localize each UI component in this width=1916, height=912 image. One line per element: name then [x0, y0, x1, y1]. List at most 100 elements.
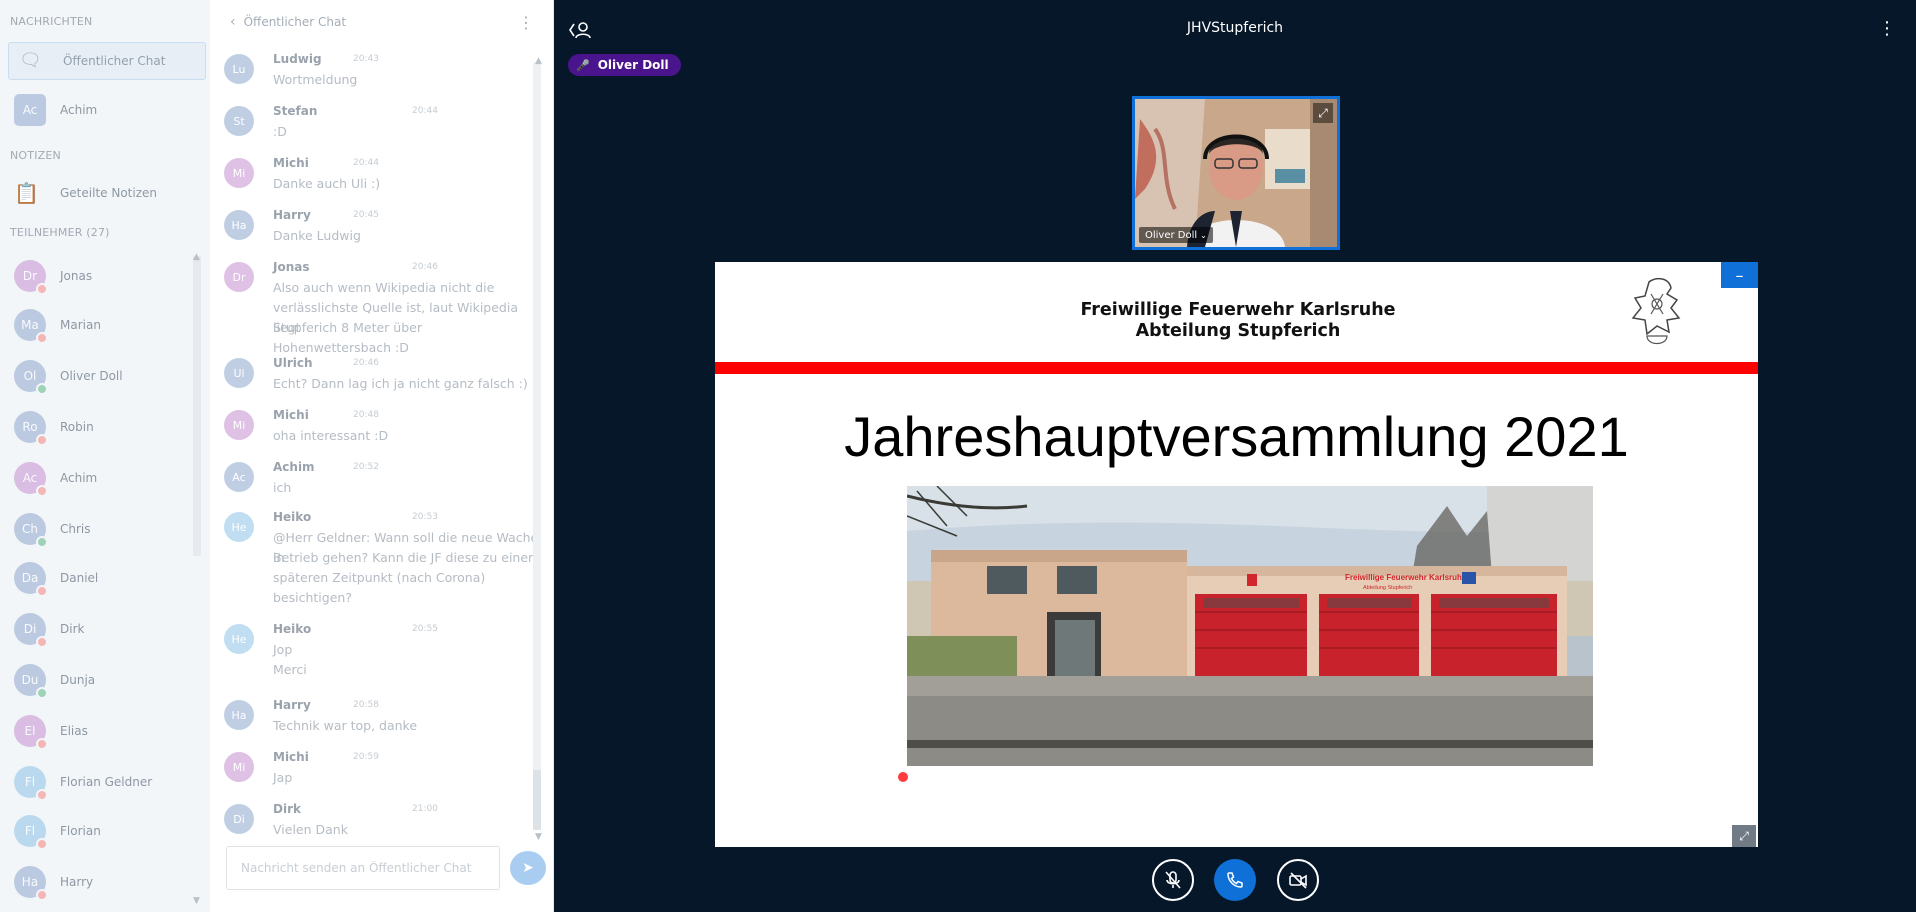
chat-scrollbar-thumb[interactable]	[533, 770, 541, 830]
talking-indicator[interactable]: 🎤 Oliver Doll	[568, 54, 681, 76]
chat-header: ‹ Öffentlicher Chat ⋮	[210, 0, 553, 44]
chat-message: Mi Michi 20:59 Jap	[224, 750, 534, 792]
slide-red-bar	[715, 362, 1758, 374]
public-chat-label: Öffentlicher Chat	[63, 54, 166, 68]
webcam-name-label[interactable]: Oliver Doll ⌄	[1139, 227, 1213, 243]
participant-name: Daniel	[60, 571, 99, 585]
message-text: oha interessant :D	[273, 428, 389, 443]
chat-scroll-up-icon[interactable]: ▲	[535, 56, 542, 66]
send-message-button[interactable]: ➤	[510, 851, 546, 885]
message-time: 21:00	[412, 804, 438, 814]
message-text: ich	[273, 480, 292, 495]
participant-row[interactable]: Di Dirk	[14, 609, 194, 649]
participant-name: Florian	[60, 824, 101, 838]
users-panel: NACHRICHTEN 🗨 Öffentlicher Chat Ac Achim…	[0, 0, 210, 912]
participant-row[interactable]: Fl Florian Geldner	[14, 762, 194, 802]
avatar: Di	[224, 804, 254, 834]
participant-row[interactable]: Ch Chris	[14, 509, 194, 549]
coat-of-arms-logo	[1631, 277, 1681, 345]
message-sender: Michi	[273, 156, 309, 170]
message-sender: Dirk	[273, 802, 301, 816]
message-sender: Heiko	[273, 510, 312, 524]
mute-button[interactable]	[1152, 859, 1194, 901]
shared-notes-entry[interactable]: 📋 Geteilte Notizen	[8, 175, 206, 211]
notes-heading: NOTIZEN	[10, 149, 61, 162]
meeting-title: JHVStupferich	[1186, 20, 1284, 36]
scroll-down-icon[interactable]: ▼	[193, 896, 200, 906]
participant-row[interactable]: Ro Robin	[14, 407, 194, 447]
muted-microphone-icon	[36, 485, 48, 497]
chat-message-input[interactable]	[226, 846, 500, 890]
webcam-tile[interactable]: Oliver Doll ⌄ ⤢	[1132, 96, 1340, 250]
chat-message: Dr Jonas 20:46 Also auch wenn Wikipedia nic…	[224, 260, 534, 355]
muted-microphone-icon	[36, 434, 48, 446]
phone-icon	[1227, 872, 1243, 888]
microphone-icon	[36, 383, 48, 395]
public-chat-entry[interactable]: 🗨 Öffentlicher Chat	[8, 42, 206, 80]
avatar: Dr	[224, 262, 254, 292]
video-off-icon	[1289, 872, 1307, 889]
message-sender: Heiko	[273, 622, 312, 636]
avatar: Mi	[224, 410, 254, 440]
private-chat-achim[interactable]: Ac Achim	[8, 92, 206, 128]
message-time: 20:48	[353, 410, 379, 420]
participant-row[interactable]: El Elias	[14, 711, 194, 751]
message-text: Betrieb gehen? Kann die JF diese zu eine…	[273, 550, 541, 565]
chat-title[interactable]: Öffentlicher Chat	[244, 15, 346, 29]
message-text: Wortmeldung	[273, 72, 358, 87]
avatar: Ul	[224, 358, 254, 388]
scroll-up-icon[interactable]: ▲	[193, 252, 200, 262]
message-sender: Michi	[273, 750, 309, 764]
avatar: Mi	[224, 752, 254, 782]
message-time: 20:45	[353, 210, 379, 220]
message-sender: Ludwig	[273, 52, 322, 66]
chat-scrollbar[interactable]	[533, 62, 541, 830]
participant-row[interactable]: Fl Florian	[14, 811, 194, 851]
talking-user-name: Oliver Doll	[597, 58, 669, 72]
muted-microphone-icon	[36, 332, 48, 344]
chat-scroll-down-icon[interactable]: ▼	[535, 832, 542, 842]
participant-row[interactable]: Du Dunja	[14, 660, 194, 700]
participant-row[interactable]: Ac Achim	[14, 458, 194, 498]
avatar: Ac	[224, 462, 254, 492]
message-time: 20:46	[353, 358, 379, 368]
message-text: Danke Ludwig	[273, 228, 361, 243]
share-webcam-button[interactable]	[1277, 859, 1319, 901]
avatar: Ac	[14, 94, 46, 126]
send-icon: ➤	[522, 860, 534, 876]
chat-message: He Heiko 20:55 Jop Merci	[224, 622, 534, 684]
muted-microphone-icon	[36, 636, 48, 648]
participant-row[interactable]: Ol Oliver Doll	[14, 356, 194, 396]
avatar: Ha	[224, 210, 254, 240]
chat-message: St Stefan 20:44:D	[224, 104, 534, 146]
leave-audio-button[interactable]	[1214, 859, 1256, 901]
avatar: Mi	[224, 158, 254, 188]
webcam-video	[1135, 99, 1337, 247]
participant-row[interactable]: Da Daniel	[14, 558, 194, 598]
chat-message: Mi Michi 20:44 Danke auch Uli :)	[224, 156, 534, 198]
private-chat-name: Achim	[60, 103, 98, 117]
chat-options-kebab-icon[interactable]: ⋮	[518, 13, 534, 32]
avatar: He	[224, 512, 254, 542]
participants-heading: TEILNEHMER (27)	[10, 226, 110, 239]
photo-sign-line1: Freiwillige Feuerwehr Karlsruhe	[1345, 573, 1467, 582]
message-sender: Jonas	[273, 260, 310, 274]
minimize-presentation-button[interactable]: –	[1721, 262, 1758, 288]
chat-message: Lu Ludwig 20:43 Wortmeldung	[224, 52, 534, 94]
message-text: Merci	[273, 662, 307, 677]
participants-scrollbar[interactable]	[193, 256, 201, 556]
muted-microphone-icon	[36, 789, 48, 801]
chevron-left-icon[interactable]: ‹	[230, 14, 236, 30]
message-text: Jap	[273, 770, 293, 785]
webcam-fullscreen-icon[interactable]: ⤢	[1313, 103, 1333, 123]
participant-name: Elias	[60, 724, 88, 738]
participant-row[interactable]: Ha Harry	[14, 862, 194, 902]
muted-microphone-icon	[36, 585, 48, 597]
message-text: Stupferich 8 Meter über Hohenwettersbach…	[273, 320, 422, 355]
options-kebab-icon[interactable]: ⋮	[1878, 18, 1896, 39]
presentation-fullscreen-icon[interactable]: ⤢	[1732, 825, 1756, 847]
participant-row[interactable]: Ma Marian	[14, 305, 194, 345]
participant-row[interactable]: Dr Jonas	[14, 256, 194, 296]
participant-name: Florian Geldner	[60, 775, 153, 789]
messages-heading: NACHRICHTEN	[10, 15, 93, 28]
